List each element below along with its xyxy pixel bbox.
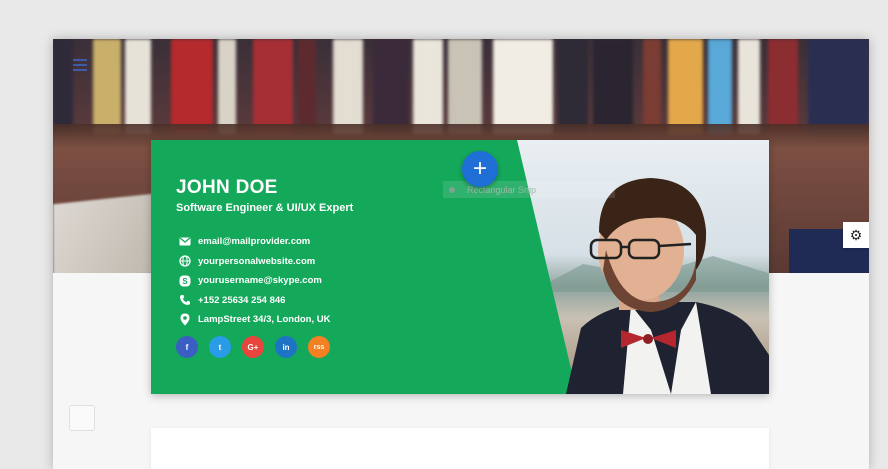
gear-icon: ⚙ <box>849 226 863 243</box>
svg-text:S: S <box>182 277 188 286</box>
rss-icon[interactable]: rss <box>308 336 330 358</box>
globe-icon <box>178 254 192 268</box>
contact-website[interactable]: yourpersonalwebsite.com <box>178 252 331 272</box>
contact-skype-text: yourusername@skype.com <box>198 275 322 287</box>
contact-phone[interactable]: +152 25634 254 846 <box>178 291 331 311</box>
menu-icon[interactable] <box>73 59 87 71</box>
linkedin-icon[interactable]: in <box>275 336 297 358</box>
profile-card: JOHN DOE Software Engineer & UI/UX Exper… <box>151 140 769 394</box>
page-frame: ⚙ JOHN DOE Software Engineer & UI/UX Exp… <box>53 39 869 469</box>
envelope-icon <box>178 235 192 249</box>
phone-icon <box>178 293 192 307</box>
snip-dot-icon <box>449 186 455 193</box>
facebook-icon[interactable]: f <box>176 336 198 358</box>
contact-email-text: email@mailprovider.com <box>198 236 311 248</box>
contact-skype[interactable]: S yourusername@skype.com <box>178 271 331 291</box>
profile-name: JOHN DOE <box>176 177 278 198</box>
contact-address-text: LampStreet 34/3, London, UK <box>198 314 331 326</box>
contact-email[interactable]: email@mailprovider.com <box>178 232 331 252</box>
plus-icon: + <box>472 155 487 182</box>
settings-gear-button[interactable]: ⚙ <box>843 222 869 248</box>
contact-address[interactable]: LampStreet 34/3, London, UK <box>178 310 331 330</box>
add-button[interactable]: + <box>462 151 498 187</box>
content-card <box>151 428 769 469</box>
contact-website-text: yourpersonalwebsite.com <box>198 255 316 267</box>
googleplus-icon[interactable]: G+ <box>242 336 264 358</box>
contact-phone-text: +152 25634 254 846 <box>198 294 286 306</box>
open-book-image <box>53 193 153 273</box>
profile-title: Software Engineer & UI/UX Expert <box>176 202 354 214</box>
map-pin-icon <box>178 313 192 327</box>
twitter-icon[interactable]: t <box>209 336 231 358</box>
side-toggle-icon[interactable] <box>69 405 95 431</box>
social-links: f t G+ in rss <box>176 336 341 358</box>
contact-list: email@mailprovider.com yourpersonalwebsi… <box>178 232 331 330</box>
skype-icon: S <box>178 274 192 288</box>
